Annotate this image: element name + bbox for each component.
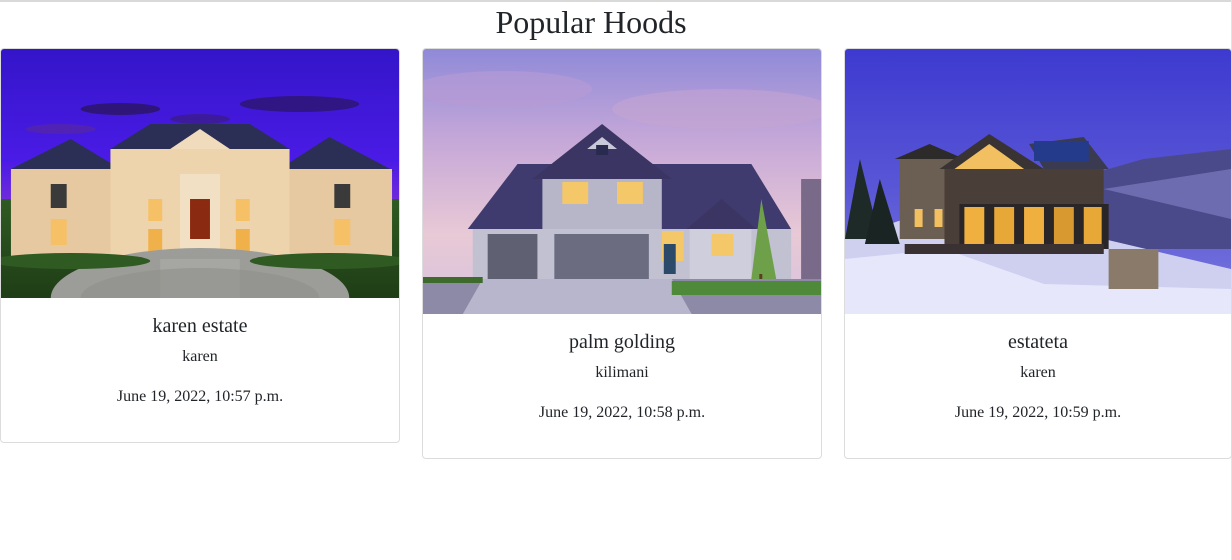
page-title: Popular Hoods	[495, 4, 687, 40]
hood-name: karen estate	[152, 315, 248, 337]
hood-location: karen	[1020, 364, 1056, 381]
hood-card[interactable]: karen estate karen June 19, 2022, 10:57 …	[0, 48, 400, 443]
mansion-photo	[1, 49, 399, 298]
top-border	[0, 0, 1232, 2]
suburban-house-photo	[423, 49, 821, 314]
hood-card[interactable]: estateta karen June 19, 2022, 10:59 p.m.	[844, 48, 1232, 459]
hood-created-date: June 19, 2022, 10:57 p.m.	[116, 388, 284, 405]
hood-name: palm golding	[568, 331, 676, 353]
hood-name: estateta	[1008, 331, 1068, 353]
hood-location: kilimani	[595, 364, 649, 381]
hood-image	[423, 49, 821, 314]
mountain-lodge-photo	[845, 49, 1231, 314]
hood-created-date: June 19, 2022, 10:58 p.m.	[538, 404, 706, 421]
hood-image	[845, 49, 1231, 314]
hood-card[interactable]: palm golding kilimani June 19, 2022, 10:…	[422, 48, 822, 459]
hood-image	[1, 49, 399, 298]
hood-location: karen	[182, 348, 218, 365]
hood-created-date: June 19, 2022, 10:59 p.m.	[954, 404, 1122, 421]
